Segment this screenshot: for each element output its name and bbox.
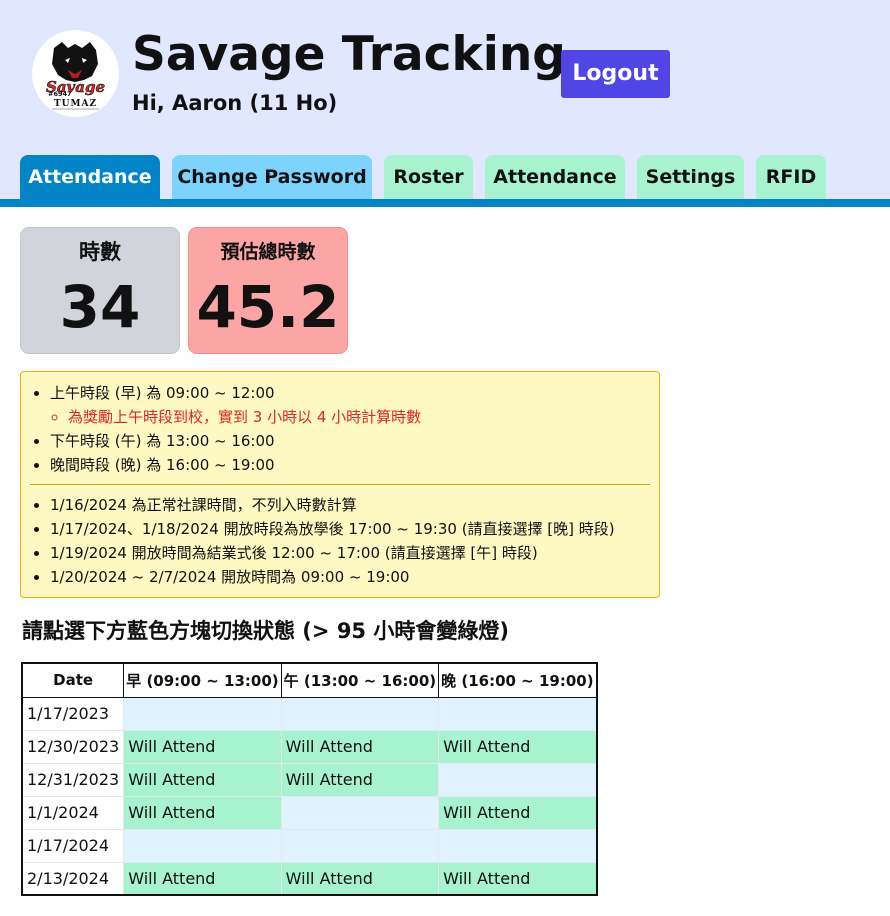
logout-button[interactable]: Logout (561, 50, 670, 98)
hours-label: 時數 (79, 240, 121, 264)
hours-card: 時數 34 (20, 227, 180, 354)
slot-toggle-morning[interactable] (123, 696, 282, 731)
slot-toggle-evening[interactable] (438, 828, 598, 863)
tab-change-password[interactable]: Change Password (172, 155, 372, 200)
tab-attendance[interactable]: Attendance (20, 155, 160, 200)
date-cell: 2/13/2024 (21, 861, 125, 896)
list-item: 1/17/2024、1/18/2024 開放時段為放學後 17:00 ~ 19:… (50, 517, 615, 541)
slot-toggle-evening[interactable]: Will Attend (438, 861, 598, 896)
slot-toggle-afternoon[interactable] (280, 795, 440, 830)
session-list: 上午時段 (早) 為 09:00 ~ 12:00 為獎勵上午時段到校，實到 3 … (50, 381, 421, 477)
list-item: 1/19/2024 開放時間為結業式後 12:00 ~ 17:00 (請直接選擇… (50, 541, 615, 565)
list-item: 上午時段 (早) 為 09:00 ~ 12:00 為獎勵上午時段到校，實到 3 … (50, 381, 421, 429)
table-row: 2/13/2024 Will Attend Will Attend Will Atte… (21, 861, 598, 896)
date-cell: 1/1/2024 (21, 795, 125, 830)
list-item: 1/16/2024 為正常社課時間，不列入時數計算 (50, 493, 615, 517)
slot-toggle-evening[interactable] (438, 762, 598, 797)
list-item: 1/20/2024 ~ 2/7/2024 開放時間為 09:00 ~ 19:00 (50, 565, 615, 589)
date-cell: 12/31/2023 (21, 762, 125, 797)
bonus-note: 為獎勵上午時段到校，實到 3 小時以 4 小時計算時數 (68, 405, 421, 429)
bear-logo-icon: Savage #6947 TUMAZ (32, 30, 119, 117)
list-item: 晚間時段 (晚) 為 16:00 ~ 19:00 (50, 453, 421, 477)
estimated-hours-label: 預估總時數 (220, 241, 316, 263)
slot-toggle-morning[interactable]: Will Attend (123, 729, 282, 764)
attendance-schedule-table: Date 早 (09:00 ~ 13:00) 午 (13:00 ~ 16:00)… (21, 662, 598, 896)
hours-value: 34 (59, 273, 141, 341)
slot-toggle-afternoon[interactable] (280, 696, 440, 731)
slot-toggle-evening[interactable] (438, 696, 598, 731)
table-row: 12/31/2023 Will Attend Will Attend (21, 762, 598, 797)
sub-list: 為獎勵上午時段到校，實到 3 小時以 4 小時計算時數 (50, 405, 421, 429)
notice-divider (30, 484, 650, 485)
table-row: 1/1/2024 Will Attend Will Attend (21, 795, 598, 830)
column-header-afternoon: 午 (13:00 ~ 16:00) (280, 662, 440, 698)
slot-toggle-afternoon[interactable] (280, 828, 440, 863)
table-row: 1/17/2023 (21, 696, 598, 731)
list-item: 下午時段 (午) 為 13:00 ~ 16:00 (50, 429, 421, 453)
slot-toggle-evening[interactable]: Will Attend (438, 795, 598, 830)
table-header-row: Date 早 (09:00 ~ 13:00) 午 (13:00 ~ 16:00)… (21, 662, 598, 698)
estimated-hours-value: 45.2 (196, 273, 340, 341)
svg-text:#6947: #6947 (48, 90, 72, 98)
header: Savage #6947 TUMAZ Savage Tracking Hi, A… (0, 0, 890, 200)
team-logo: Savage #6947 TUMAZ (32, 30, 119, 117)
tab-rfid[interactable]: RFID (756, 155, 826, 200)
slot-toggle-afternoon[interactable]: Will Attend (280, 861, 440, 896)
instruction-heading: 請點選下方藍色方塊切換狀態 (> 95 小時會變綠燈) (22, 619, 509, 643)
date-cell: 12/30/2023 (21, 729, 125, 764)
column-header-evening: 晚 (16:00 ~ 19:00) (438, 662, 598, 698)
user-greeting: Hi, Aaron (11 Ho) (132, 91, 338, 115)
slot-toggle-morning[interactable] (123, 828, 282, 863)
slot-toggle-evening[interactable]: Will Attend (438, 729, 598, 764)
notice-box: 上午時段 (早) 為 09:00 ~ 12:00 為獎勵上午時段到校，實到 3 … (20, 371, 660, 598)
slot-toggle-afternoon[interactable]: Will Attend (280, 729, 440, 764)
column-header-morning: 早 (09:00 ~ 13:00) (123, 662, 282, 698)
app-title: Savage Tracking (132, 27, 566, 82)
date-cell: 1/17/2023 (21, 696, 125, 731)
tab-roster[interactable]: Roster (384, 155, 473, 200)
table-row: 12/30/2023 Will Attend Will Attend Will Att… (21, 729, 598, 764)
slot-toggle-morning[interactable]: Will Attend (123, 795, 282, 830)
svg-text:TUMAZ: TUMAZ (54, 99, 97, 109)
table-row: 1/17/2024 (21, 828, 598, 863)
date-list: 1/16/2024 為正常社課時間，不列入時數計算 1/17/2024、1/18… (50, 493, 615, 589)
column-header-date: Date (21, 662, 125, 698)
slot-toggle-afternoon[interactable]: Will Attend (280, 762, 440, 797)
date-cell: 1/17/2024 (21, 828, 125, 863)
slot-toggle-morning[interactable]: Will Attend (123, 762, 282, 797)
tab-settings[interactable]: Settings (637, 155, 744, 200)
slot-toggle-morning[interactable]: Will Attend (123, 861, 282, 896)
tab-attendance-admin[interactable]: Attendance (485, 155, 625, 200)
estimated-hours-card: 預估總時數 45.2 (188, 227, 348, 354)
tab-bar-underline (0, 199, 890, 207)
